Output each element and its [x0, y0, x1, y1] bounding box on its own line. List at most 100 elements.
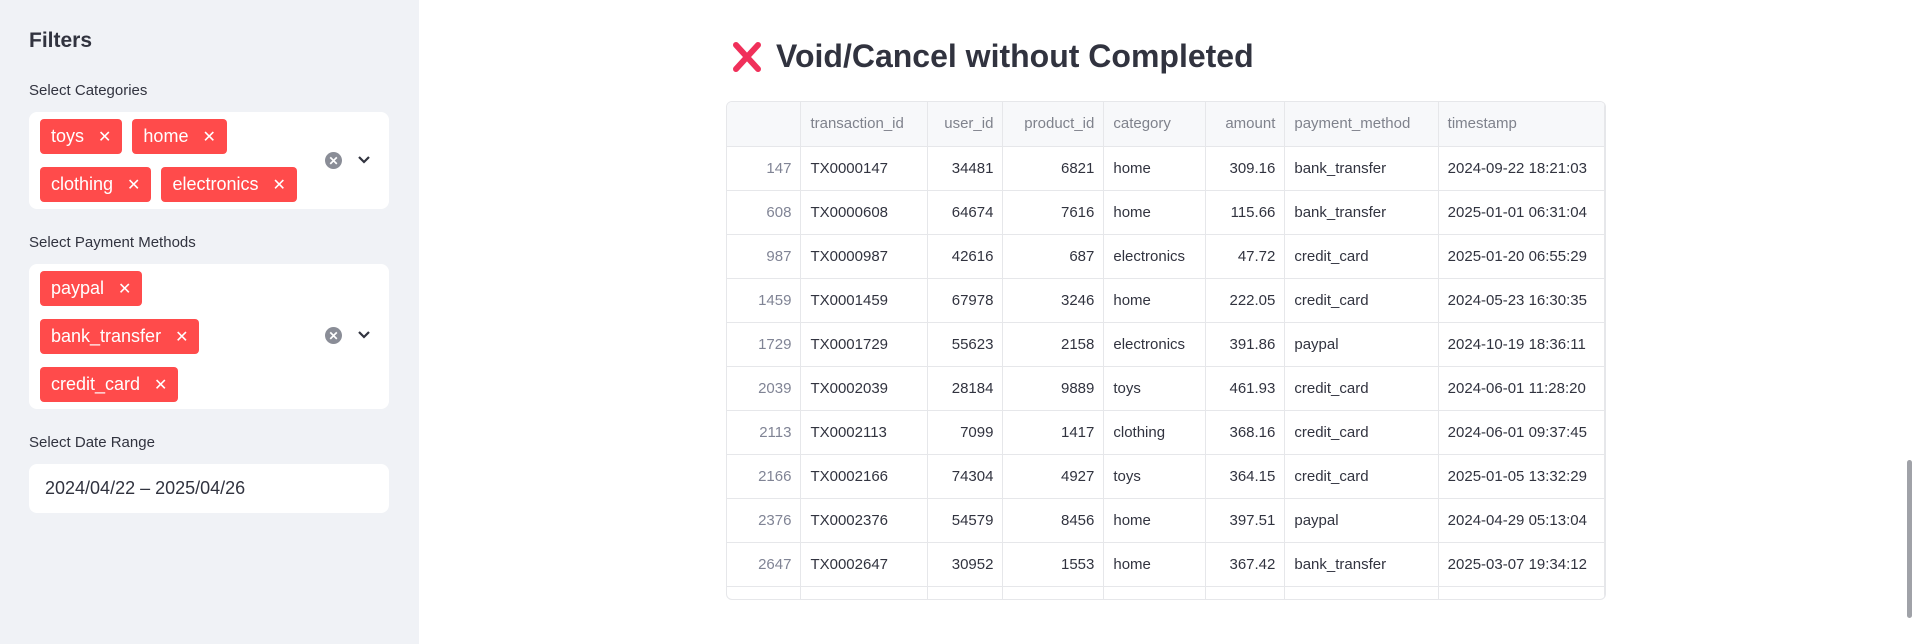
table-cell[interactable]: 1729: [727, 322, 802, 367]
table-cell[interactable]: electronics: [1103, 234, 1207, 279]
payment-multiselect[interactable]: paypal ✕ bank_transfer ✕ credit_card ✕ ✕: [29, 264, 389, 409]
table-cell[interactable]: 2024-06-01 11:28:20: [1438, 366, 1605, 411]
table-cell[interactable]: 74304: [927, 454, 1004, 499]
table-cell[interactable]: credit_card: [1284, 454, 1439, 499]
table-cell[interactable]: 2158: [1002, 322, 1105, 367]
table-cell[interactable]: 28184: [927, 366, 1004, 411]
table-cell[interactable]: electronics: [1103, 322, 1207, 367]
chevron-down-icon[interactable]: [356, 327, 372, 343]
table-cell[interactable]: TX0000987: [800, 234, 929, 279]
table-cell[interactable]: 2166: [727, 454, 802, 499]
table-cell[interactable]: bank_transfer: [1284, 146, 1439, 191]
table-cell[interactable]: 1459: [727, 278, 802, 323]
table-cell[interactable]: credit_card: [1284, 234, 1439, 279]
column-header[interactable]: [727, 102, 802, 147]
table-cell[interactable]: 2024-09-22 18:21:03: [1438, 146, 1605, 191]
remove-tag-icon[interactable]: ✕: [127, 175, 140, 195]
table-cell[interactable]: TX0002376: [800, 498, 929, 543]
page-scrollbar[interactable]: [1907, 460, 1912, 618]
table-cell[interactable]: 397.51: [1205, 498, 1286, 543]
categories-multiselect[interactable]: toys ✕ home ✕ clothing ✕ electronics ✕ ✕: [29, 112, 389, 209]
table-cell[interactable]: 391.86: [1205, 322, 1286, 367]
table-cell[interactable]: TX0002647: [800, 542, 929, 587]
table-cell[interactable]: 3246: [1002, 278, 1105, 323]
table-cell[interactable]: 2024-04-29 05:13:04: [1438, 498, 1605, 543]
table-cell[interactable]: home: [1103, 542, 1207, 587]
table-cell[interactable]: 55623: [927, 322, 1004, 367]
table-cell[interactable]: 2376: [727, 498, 802, 543]
column-header[interactable]: user_id: [927, 102, 1004, 147]
table-cell[interactable]: 2025-03-07 19:34:12: [1438, 542, 1605, 587]
table-cell[interactable]: home: [1103, 190, 1207, 235]
table-cell[interactable]: 2039: [727, 366, 802, 411]
table-cell[interactable]: toys: [1103, 454, 1207, 499]
column-header[interactable]: timestamp: [1438, 102, 1605, 147]
table-cell[interactable]: 7616: [1002, 190, 1105, 235]
table-row[interactable]: 2376 TX0002376 54579 8456 home 397.51 paypal 20…: [727, 498, 1605, 543]
table-cell[interactable]: 9889: [1002, 366, 1105, 411]
remove-tag-icon[interactable]: ✕: [98, 127, 111, 147]
table-cell[interactable]: bank_transfer: [1284, 542, 1439, 587]
table-cell[interactable]: 8456: [1002, 498, 1105, 543]
table-cell[interactable]: 2113: [727, 410, 802, 455]
table-cell[interactable]: 42616: [927, 234, 1004, 279]
remove-tag-icon[interactable]: ✕: [175, 327, 188, 347]
table-cell[interactable]: 687: [1002, 234, 1105, 279]
table-cell[interactable]: 34481: [927, 146, 1004, 191]
date-range-input[interactable]: 2024/04/22 – 2025/04/26: [29, 464, 389, 513]
table-cell[interactable]: 2024-10-19 18:36:11: [1438, 322, 1605, 367]
table-cell[interactable]: 1417: [1002, 410, 1105, 455]
table-cell[interactable]: 2025-01-05 13:32:29: [1438, 454, 1605, 499]
table-cell[interactable]: clothing: [1103, 410, 1207, 455]
table-cell[interactable]: TX0000608: [800, 190, 929, 235]
table-cell[interactable]: 2025-01-20 06:55:29: [1438, 234, 1605, 279]
remove-tag-icon[interactable]: ✕: [118, 279, 131, 299]
table-cell[interactable]: TX0002039: [800, 366, 929, 411]
table-row[interactable]: 2039 TX0002039 28184 9889 toys 461.93 credit_c…: [727, 366, 1605, 411]
table-cell[interactable]: toys: [1103, 366, 1207, 411]
table-cell[interactable]: 4927: [1002, 454, 1105, 499]
table-row[interactable]: 1459 TX0001459 67978 3246 home 222.05 credit_c…: [727, 278, 1605, 323]
clear-icon[interactable]: ✕: [325, 152, 342, 169]
table-cell[interactable]: TX0002166: [800, 454, 929, 499]
table-cell[interactable]: home: [1103, 278, 1207, 323]
table-cell[interactable]: credit_card: [1284, 278, 1439, 323]
table-cell[interactable]: 608: [727, 190, 802, 235]
table-cell[interactable]: TX0000147: [800, 146, 929, 191]
table-cell[interactable]: 54579: [927, 498, 1004, 543]
table-cell[interactable]: paypal: [1284, 498, 1439, 543]
table-cell[interactable]: 115.66: [1205, 190, 1286, 235]
table-row[interactable]: 2647 TX0002647 30952 1553 home 367.42 bank_tra…: [727, 542, 1605, 587]
table-cell[interactable]: 2024-05-23 16:30:35: [1438, 278, 1605, 323]
table-cell[interactable]: 47.72: [1205, 234, 1286, 279]
column-header[interactable]: amount: [1205, 102, 1286, 147]
clear-icon[interactable]: ✕: [325, 327, 342, 344]
remove-tag-icon[interactable]: ✕: [154, 375, 167, 395]
table-cell[interactable]: credit_card: [1284, 410, 1439, 455]
table-cell[interactable]: paypal: [1284, 322, 1439, 367]
table-cell[interactable]: 67978: [927, 278, 1004, 323]
column-header[interactable]: transaction_id: [800, 102, 929, 147]
table-cell[interactable]: 309.16: [1205, 146, 1286, 191]
table-cell[interactable]: TX0001459: [800, 278, 929, 323]
table-cell[interactable]: 987: [727, 234, 802, 279]
table-cell[interactable]: 367.42: [1205, 542, 1286, 587]
table-row[interactable]: 2113 TX0002113 7099 1417 clothing 368.16 credi…: [727, 410, 1605, 455]
table-row[interactable]: 987 TX0000987 42616 687 electronics 47.72 cred…: [727, 234, 1605, 279]
column-header[interactable]: product_id: [1002, 102, 1105, 147]
table-cell[interactable]: 222.05: [1205, 278, 1286, 323]
table-cell[interactable]: 1553: [1002, 542, 1105, 587]
table-cell[interactable]: 368.16: [1205, 410, 1286, 455]
table-row[interactable]: 1729 TX0001729 55623 2158 electronics 391.86 p…: [727, 322, 1605, 367]
table-cell[interactable]: bank_transfer: [1284, 190, 1439, 235]
column-header[interactable]: category: [1103, 102, 1207, 147]
table-row[interactable]: 147 TX0000147 34481 6821 home 309.16 bank_tran…: [727, 146, 1605, 191]
table-cell[interactable]: 7099: [927, 410, 1004, 455]
table-cell[interactable]: 64674: [927, 190, 1004, 235]
table-cell[interactable]: 147: [727, 146, 802, 191]
table-cell[interactable]: 2024-06-01 09:37:45: [1438, 410, 1605, 455]
table-cell[interactable]: 30952: [927, 542, 1004, 587]
table-cell[interactable]: 2647: [727, 542, 802, 587]
table-cell[interactable]: home: [1103, 498, 1207, 543]
table-cell[interactable]: 2025-01-01 06:31:04: [1438, 190, 1605, 235]
